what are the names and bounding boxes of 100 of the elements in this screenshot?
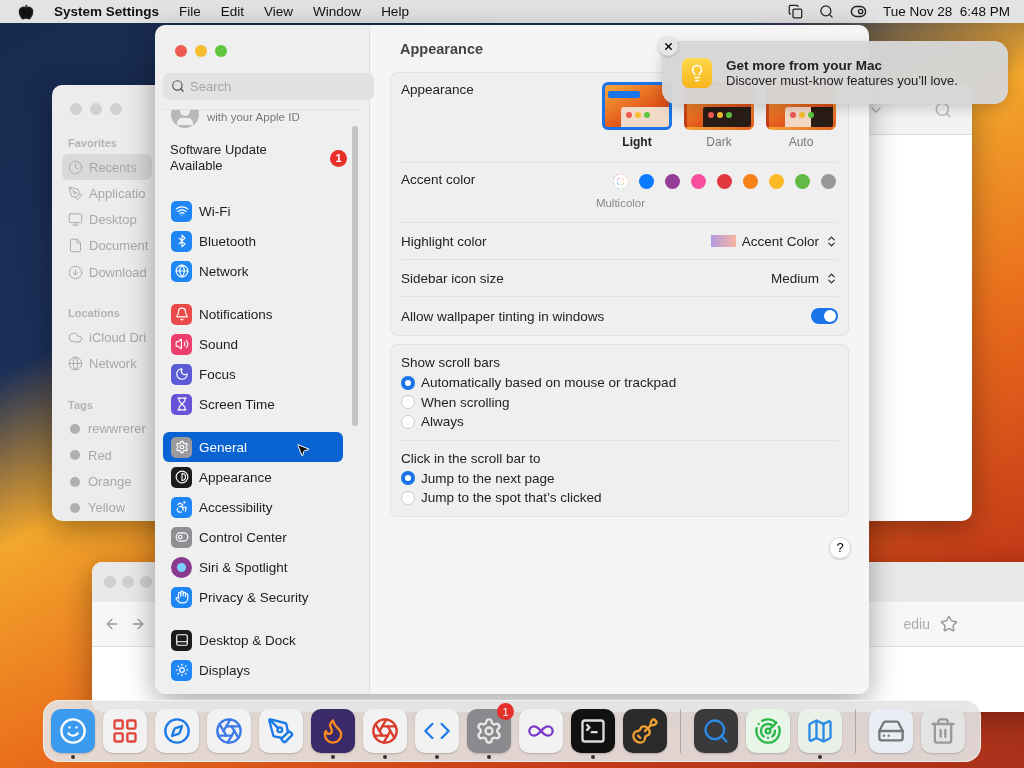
notification-title: Get more from your Mac (726, 57, 884, 73)
back-icon[interactable] (104, 616, 120, 632)
menu-item[interactable]: File (179, 4, 201, 19)
tag-dot (70, 502, 80, 513)
menu-clock: Tue Nov 28 6:48 PM (882, 4, 1010, 19)
running-indicator (71, 755, 75, 759)
item-label: Applicatio (89, 185, 146, 201)
menu-item[interactable]: Help (381, 4, 409, 19)
monitor-icon (68, 212, 83, 228)
item-label: Desktop & Dock (199, 632, 296, 648)
smiley-icon[interactable] (51, 709, 95, 753)
notification-banner[interactable]: Get more from your Mac Discover must-know features you’ll love. (662, 41, 1008, 104)
toggle-icon[interactable] (849, 3, 867, 20)
map-icon[interactable] (798, 709, 842, 753)
radio-button[interactable] (401, 395, 415, 410)
popup-button[interactable]: Medium (771, 270, 838, 286)
sidebar-item[interactable]: Displays (163, 655, 343, 685)
sidebar-item[interactable]: Bluetooth (163, 226, 343, 256)
item-label: rewwrerer (88, 421, 146, 437)
option-label: Jump to the next page (421, 470, 555, 486)
item-label: Siri & Spotlight (199, 559, 288, 575)
forward-icon[interactable] (130, 616, 146, 632)
row-label: Appearance (401, 82, 474, 97)
code-icon[interactable] (415, 709, 459, 753)
item-label: Desktop (89, 212, 137, 228)
sidebar-item[interactable]: Privacy & Security (163, 582, 343, 612)
color-swatch[interactable] (665, 174, 680, 189)
zoom-button[interactable] (215, 45, 227, 57)
terminal-icon[interactable] (571, 709, 615, 753)
item-label: Wi-Fi (199, 203, 231, 219)
apple-icon[interactable] (18, 3, 34, 20)
pen-icon (68, 185, 83, 201)
sidebar-item[interactable]: Focus (163, 359, 343, 389)
item-label: iCloud Dri (89, 329, 147, 345)
squares-icon[interactable] (787, 4, 803, 19)
sidebar-item[interactable]: Siri & Spotlight (163, 552, 343, 582)
search-icon[interactable] (694, 709, 738, 753)
pen-icon[interactable] (259, 709, 303, 753)
gear-icon[interactable] (467, 709, 511, 753)
scrollbar[interactable] (352, 126, 358, 426)
option-label: Jump to the spot that’s clicked (421, 490, 602, 506)
compass-icon[interactable] (155, 709, 199, 753)
flame-icon[interactable] (311, 709, 355, 753)
sidebar-item[interactable]: Accessibility (163, 492, 343, 522)
running-indicator (331, 755, 335, 759)
color-swatch[interactable] (743, 174, 758, 189)
menu-item[interactable]: Window (313, 4, 362, 19)
aperture-icon[interactable] (207, 709, 251, 753)
aperture-icon[interactable] (363, 709, 407, 753)
running-indicator (435, 755, 439, 759)
help-button[interactable]: ? (829, 536, 851, 559)
sidebar-item[interactable]: Appearance (163, 462, 343, 492)
item-label: Sound (199, 336, 239, 352)
search-field[interactable]: Search (163, 73, 374, 100)
sidebar-item[interactable]: Wi-Fi (163, 196, 343, 226)
group-title: Show scroll bars (401, 355, 502, 370)
item-label: Document (89, 238, 149, 254)
item-label: Control Center (199, 529, 287, 545)
sidebar-item[interactable]: Control Center (163, 522, 343, 552)
item-label: Displays (199, 662, 250, 678)
popup-button[interactable]: Accent Color (710, 233, 838, 249)
item-label: Notifications (199, 306, 273, 322)
item-label: Appearance (199, 469, 272, 485)
color-swatch[interactable] (717, 174, 732, 189)
trash-icon[interactable] (921, 709, 965, 753)
toggle-switch[interactable] (811, 308, 838, 324)
search-icon[interactable] (818, 4, 834, 19)
color-swatch[interactable] (795, 174, 810, 189)
infinity-icon[interactable] (519, 709, 563, 753)
radio-button[interactable] (401, 471, 415, 486)
app-menu[interactable]: System Settings (54, 4, 160, 19)
theme-label: Auto (788, 135, 814, 149)
color-swatch[interactable] (613, 174, 628, 189)
radio-button[interactable] (401, 414, 415, 429)
section-title: Locations (68, 307, 120, 320)
radio-button[interactable] (401, 375, 415, 390)
sidebar-item[interactable]: Sound (163, 329, 343, 359)
star-icon[interactable] (940, 615, 958, 633)
sidebar-item[interactable]: Network (163, 256, 343, 286)
menu-item[interactable]: Edit (220, 4, 245, 19)
sidebar-item[interactable]: General (163, 432, 343, 462)
radio-button[interactable] (401, 490, 415, 505)
guitar-icon[interactable] (623, 709, 667, 753)
download-icon (68, 264, 83, 280)
grid-icon[interactable] (103, 709, 147, 753)
update-item[interactable]: Software Update Available 1 (163, 128, 361, 174)
color-swatch[interactable] (691, 174, 706, 189)
color-swatch[interactable] (769, 174, 784, 189)
page-title: Appearance (400, 41, 483, 57)
menu-item[interactable]: View (264, 4, 294, 19)
color-swatch[interactable] (821, 174, 836, 189)
section-title: Favorites (68, 137, 117, 149)
color-swatch[interactable] (639, 174, 654, 189)
updown-chevron-icon (825, 234, 838, 248)
sidebar-item[interactable]: Screen Time (163, 389, 343, 419)
sidebar-item[interactable]: Desktop & Dock (163, 625, 343, 655)
drive-icon[interactable] (869, 709, 913, 753)
radar-icon[interactable] (746, 709, 790, 753)
document-icon (68, 238, 83, 254)
sidebar-item[interactable]: Notifications (163, 299, 343, 329)
